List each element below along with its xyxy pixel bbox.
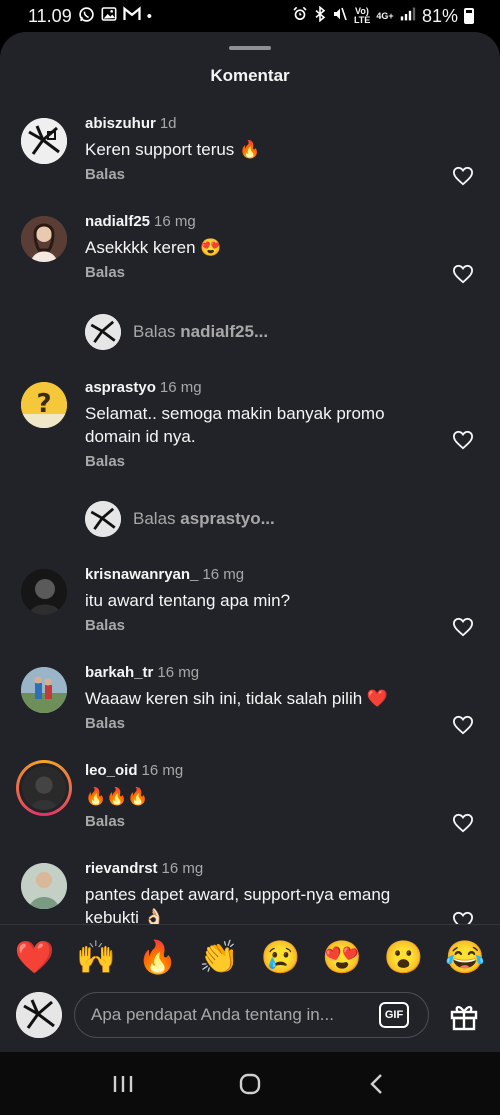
emoji-laughing[interactable]: 😂: [440, 937, 490, 977]
avatar[interactable]: ?: [21, 382, 67, 428]
comment-text: Keren support terus 🔥: [85, 140, 261, 159]
bluetooth-icon: [314, 5, 326, 26]
reply-prompt-text: Balas asprastyo...: [133, 509, 275, 528]
reply-button[interactable]: Balas: [85, 166, 435, 183]
comment-username[interactable]: rievandrst: [85, 860, 158, 877]
alarm-icon: [292, 6, 308, 26]
comment-text: itu award tentang apa min?: [85, 591, 291, 610]
comment-body: nadialf25 16 mg Asekkkk keren 😍 Balas: [85, 212, 435, 281]
comment-username[interactable]: abiszuhur: [85, 115, 156, 132]
emoji-crying[interactable]: 😢: [256, 937, 306, 977]
battery-percent: 81%: [421, 5, 458, 26]
recents-button[interactable]: [103, 1064, 143, 1104]
heart-icon[interactable]: [452, 813, 474, 833]
heart-icon[interactable]: [452, 264, 474, 284]
comment-body: abiszuhur 1d Keren support terus 🔥 Balas: [85, 114, 435, 183]
recents-icon: [114, 1075, 133, 1092]
emoji-raising-hands[interactable]: 🙌: [71, 937, 121, 977]
emoji-fire[interactable]: 🔥: [133, 937, 183, 977]
comment-body: barkah_tr 16 mg Waaaw keren sih ini, tida…: [85, 663, 435, 732]
reply-button[interactable]: Balas: [85, 715, 435, 732]
comment-text: pantes dapet award, support-nya emang ke…: [85, 885, 391, 927]
reply-button[interactable]: Balas: [85, 813, 435, 830]
heart-icon[interactable]: [452, 617, 474, 637]
comment-time: 16 mg: [141, 762, 184, 779]
comment-text: Asekkkk keren 😍: [85, 238, 222, 257]
comment-username[interactable]: nadialf25: [85, 213, 150, 230]
dot-icon: •: [146, 7, 152, 25]
story-ring-avatar[interactable]: [16, 760, 72, 816]
emoji-heart-eyes[interactable]: 😍: [317, 937, 367, 977]
clock: 11.09: [28, 5, 72, 26]
comment-body: asprastyo 16 mg Selamat.. semoga makin ba…: [85, 378, 435, 470]
reply-prompt[interactable]: Balas asprastyo...: [85, 501, 275, 537]
battery-icon: [464, 8, 474, 24]
my-avatar: [16, 992, 62, 1038]
emoji-reaction-bar: ❤️ 🙌 🔥 👏 😢 😍 😮 😂: [0, 924, 500, 988]
volte-icon: Vo) LTE: [353, 6, 371, 25]
avatar[interactable]: [21, 118, 67, 164]
comment-input-box: GIF: [74, 992, 429, 1038]
signal-icon: [400, 7, 416, 25]
avatar[interactable]: [21, 863, 67, 909]
home-button[interactable]: [230, 1064, 270, 1104]
comment-username[interactable]: asprastyo: [85, 379, 156, 396]
mute-icon: [332, 6, 348, 26]
system-nav-bar: [0, 1052, 500, 1115]
heart-icon[interactable]: [452, 430, 474, 450]
reply-prompt-text: Balas nadialf25...: [133, 322, 269, 341]
home-icon: [239, 1073, 261, 1094]
comment-text: 🔥🔥🔥: [85, 787, 149, 806]
comment-username[interactable]: leo_oid: [85, 762, 138, 779]
reply-prompt[interactable]: Balas nadialf25...: [85, 314, 268, 350]
emoji-clap[interactable]: 👏: [194, 937, 244, 977]
comment-time: 16 mg: [159, 379, 202, 396]
sheet-title: Komentar: [210, 66, 290, 85]
4g-icon: 4G+: [376, 10, 394, 21]
back-button[interactable]: [357, 1064, 397, 1104]
comment-username[interactable]: barkah_tr: [85, 664, 153, 681]
comments-sheet: Komentar abiszuhur 1d Keren support terus…: [0, 32, 500, 1052]
comment-text: Waaaw keren sih ini, tidak salah pilih ❤…: [85, 689, 389, 708]
reply-button[interactable]: Balas: [85, 264, 435, 281]
avatar[interactable]: [21, 216, 67, 262]
reply-button[interactable]: Balas: [85, 453, 435, 470]
comment-composer: GIF: [0, 988, 500, 1052]
avatar[interactable]: [21, 569, 67, 615]
avatar[interactable]: [21, 667, 67, 713]
sheet-drag-handle[interactable]: [229, 46, 271, 50]
emoji-surprised[interactable]: 😮: [379, 937, 429, 977]
heart-icon[interactable]: [452, 166, 474, 186]
comment-input[interactable]: [91, 993, 361, 1037]
comment-body: krisnawanryan_ 16 mg itu award tentang ap…: [85, 565, 435, 634]
status-right: Vo) LTE 4G+ 81%: [292, 6, 474, 27]
comment-time: 16 mg: [161, 860, 204, 877]
comment-time: 1d: [159, 115, 177, 132]
gallery-icon: [101, 6, 117, 26]
comment-text: Selamat.. semoga makin banyak promo doma…: [85, 404, 385, 446]
gift-icon[interactable]: [448, 1000, 480, 1032]
gmail-icon: [123, 6, 141, 26]
svg-text:?: ?: [36, 389, 51, 419]
reply-button[interactable]: Balas: [85, 617, 435, 634]
comment-time: 16 mg: [157, 664, 200, 681]
comment-username[interactable]: krisnawanryan_: [85, 566, 198, 583]
status-left: 11.09 •: [28, 6, 152, 27]
comment-body: rievandrst 16 mg pantes dapet award, supp…: [85, 859, 435, 929]
heart-icon[interactable]: [452, 715, 474, 735]
whatsapp-icon: [78, 6, 95, 27]
my-avatar: [85, 314, 121, 350]
status-bar: 11.09 • Vo) LTE 4G+ 81%: [0, 0, 500, 32]
back-icon: [369, 1073, 382, 1094]
gif-button[interactable]: GIF: [379, 1002, 409, 1028]
comment-time: 16 mg: [154, 213, 196, 230]
comment-body: leo_oid 16 mg 🔥🔥🔥 Balas: [85, 761, 435, 830]
my-avatar: [85, 501, 121, 537]
comment-time: 16 mg: [202, 566, 245, 583]
emoji-heart[interactable]: ❤️: [10, 937, 60, 977]
